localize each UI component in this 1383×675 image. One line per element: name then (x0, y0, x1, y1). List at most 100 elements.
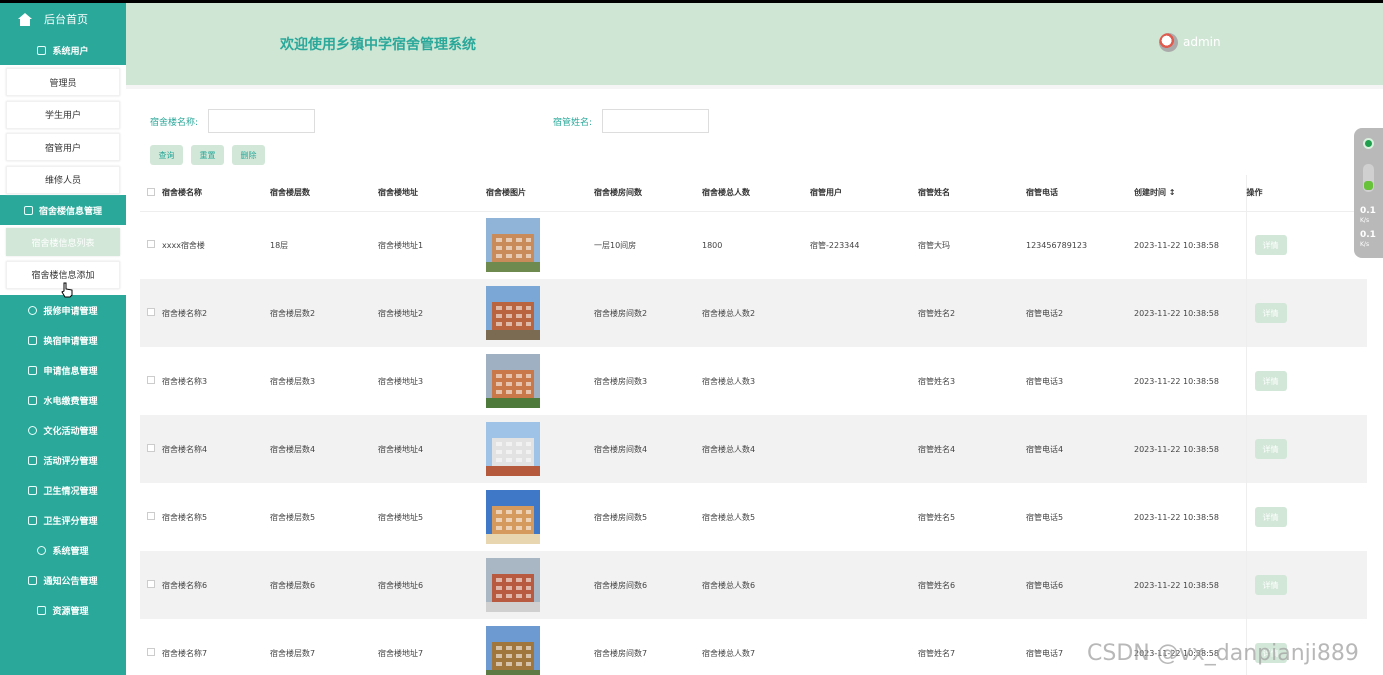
row-checkbox[interactable] (140, 619, 162, 675)
table-cell: 一层10间房 (594, 240, 637, 250)
row-checkbox[interactable] (140, 211, 162, 279)
reset-button[interactable]: 重置 (191, 145, 224, 165)
sidebar-item-manager[interactable]: 宿管用户 (6, 133, 120, 161)
building-image (486, 415, 594, 483)
table-cell: 宿管姓名2 (918, 279, 1026, 347)
sidebar-group-culture[interactable]: 文化活动管理 (0, 415, 126, 445)
row-checkbox[interactable] (140, 279, 162, 347)
table-cell: 宿舍楼地址3 (378, 376, 424, 386)
col-header: 宿舍楼总人数 (702, 175, 810, 212)
table-cell: 宿舍楼总人数4 (702, 415, 810, 483)
delete-button[interactable]: 删除 (232, 145, 265, 165)
users-icon (37, 45, 47, 55)
table-cell: 宿舍楼地址5 (378, 512, 424, 522)
row-checkbox[interactable] (140, 551, 162, 619)
sidebar-group-building[interactable]: 宿舍楼信息管理 (0, 195, 126, 225)
table-cell: 宿舍楼房间数7 (594, 648, 648, 658)
table-cell: 宿舍楼层数6 (270, 551, 378, 619)
avatar[interactable] (1159, 33, 1178, 52)
col-header-sortable[interactable]: 创建时间 ↕ (1134, 175, 1246, 212)
table-row: 宿舍楼名称5 宿舍楼层数5 宿舍楼地址5 宿舍楼房间数5 宿舍楼总人数5 宿管姓名5 宿管电… (140, 483, 1367, 551)
table-cell (810, 619, 918, 675)
doc-icon (37, 605, 47, 615)
building-image (486, 551, 594, 619)
sidebar-group-label: 换宿申请管理 (43, 336, 98, 347)
table-cell: 宿舍楼名称7 (162, 648, 208, 658)
row-checkbox[interactable] (140, 483, 162, 551)
table-cell: 宿舍楼层数3 (270, 376, 316, 386)
sidebar-item-building-list[interactable]: 宿舍楼信息列表 (6, 228, 120, 256)
row-actions: 详情 (1245, 415, 1367, 483)
doc-icon (28, 485, 38, 495)
table-cell: 宿管姓名3 (918, 376, 956, 386)
sidebar-group-label: 申请信息管理 (43, 366, 98, 377)
sidebar-group-notice[interactable]: 通知公告管理 (0, 565, 126, 595)
table-cell: 宿舍楼总人数6 (702, 551, 810, 619)
sidebar-group-activity-score[interactable]: 活动评分管理 (0, 445, 126, 475)
table-cell (810, 279, 918, 347)
row-actions: 详情 (1245, 483, 1367, 551)
building-name-input[interactable] (208, 109, 315, 133)
table-row: 宿舍楼名称3 宿舍楼层数3 宿舍楼地址3 宿舍楼房间数3 宿舍楼总人数3 宿管姓名3 宿管电… (140, 347, 1367, 415)
detail-button[interactable]: 详情 (1254, 303, 1287, 323)
network-speed-widget[interactable]: 0.1 K/s 0.1 K/s (1354, 128, 1383, 258)
table-cell: 宿舍楼总人数7 (702, 648, 756, 658)
table-cell: 1800 (702, 240, 723, 250)
sidebar-group-label: 通知公告管理 (43, 576, 98, 587)
table-cell: 宿管电话4 (1026, 415, 1134, 483)
sidebar-item-student[interactable]: 学生用户 (6, 100, 120, 129)
sidebar-group-application[interactable]: 申请信息管理 (0, 355, 126, 385)
table-cell: 宿管姓名4 (918, 415, 1026, 483)
table-cell: 宿舍楼总人数2 (702, 279, 810, 347)
table-cell: 宿管姓名7 (918, 648, 956, 658)
detail-button[interactable]: 详情 (1254, 575, 1287, 595)
table-cell: 宿舍楼地址4 (378, 415, 486, 483)
row-checkbox[interactable] (140, 347, 162, 415)
sidebar-group-utility[interactable]: 水电缴费管理 (0, 385, 126, 415)
detail-button[interactable]: 详情 (1254, 439, 1287, 459)
header: 欢迎使用乡镇中学宿舍管理系统 admin (126, 3, 1383, 85)
col-header: 宿管姓名 (918, 175, 1026, 212)
col-header: 宿舍楼地址 (378, 175, 486, 212)
table-cell: 宿舍楼房间数4 (594, 415, 702, 483)
username[interactable]: admin (1183, 35, 1221, 49)
sidebar-group-resource[interactable]: 资源管理 (0, 595, 126, 625)
table-cell: 宿舍楼总人数5 (702, 512, 756, 522)
sidebar-group-repair[interactable]: 报修申请管理 (0, 295, 126, 325)
table-cell: 18层 (270, 240, 289, 250)
sidebar-item-admin[interactable]: 管理员 (6, 68, 120, 96)
table-cell: 宿舍楼名称5 (162, 512, 208, 522)
table-cell: 宿舍楼房间数3 (594, 376, 648, 386)
select-all-checkbox[interactable] (140, 175, 162, 212)
heart-icon (37, 545, 47, 555)
manager-name-input[interactable] (602, 109, 709, 133)
home-icon (18, 12, 32, 26)
sidebar-item-repair[interactable]: 维修人员 (6, 165, 120, 194)
detail-button[interactable]: 详情 (1254, 235, 1287, 256)
sidebar-group-label: 系统用户 (52, 46, 89, 57)
table-row: 宿舍楼名称2 宿舍楼层数2 宿舍楼地址2 宿舍楼房间数2 宿舍楼总人数2 宿管姓名2 宿管电… (140, 279, 1367, 347)
sidebar-home[interactable]: 后台首页 (0, 3, 126, 35)
detail-button[interactable]: 详情 (1254, 507, 1287, 527)
col-header: 宿舍楼房间数 (594, 175, 702, 212)
building-image (486, 483, 594, 551)
table-cell: 宿管姓名6 (918, 551, 1026, 619)
edit-icon (28, 335, 38, 345)
table-cell: 2023-11-22 10:38:58 (1134, 512, 1219, 522)
table-cell: 宿舍楼名称3 (162, 376, 208, 386)
table-cell: 2023-11-22 10:38:58 (1134, 415, 1246, 483)
table-cell: 宿舍楼房间数2 (594, 279, 702, 347)
sidebar-group-users[interactable]: 系统用户 (0, 35, 126, 65)
col-header: 操作 (1245, 175, 1367, 212)
row-actions: 详情 (1245, 347, 1367, 415)
sidebar-group-label: 卫生评分管理 (43, 516, 98, 527)
sidebar-group-system[interactable]: 系统管理 (0, 535, 126, 565)
detail-button[interactable]: 详情 (1254, 371, 1287, 391)
watermark: CSDN @vx_danpianji889 (1087, 641, 1359, 666)
sidebar-group-swap[interactable]: 换宿申请管理 (0, 325, 126, 355)
row-checkbox[interactable] (140, 415, 162, 483)
sidebar-group-hygiene-score[interactable]: 卫生评分管理 (0, 505, 126, 535)
main-content: 宿舍楼名称: 宿管姓名: 查询 重置 删除 宿舍楼名称 宿舍楼层数 宿舍楼地址 … (126, 85, 1383, 675)
search-button[interactable]: 查询 (150, 145, 183, 165)
sidebar-group-hygiene[interactable]: 卫生情况管理 (0, 475, 126, 505)
